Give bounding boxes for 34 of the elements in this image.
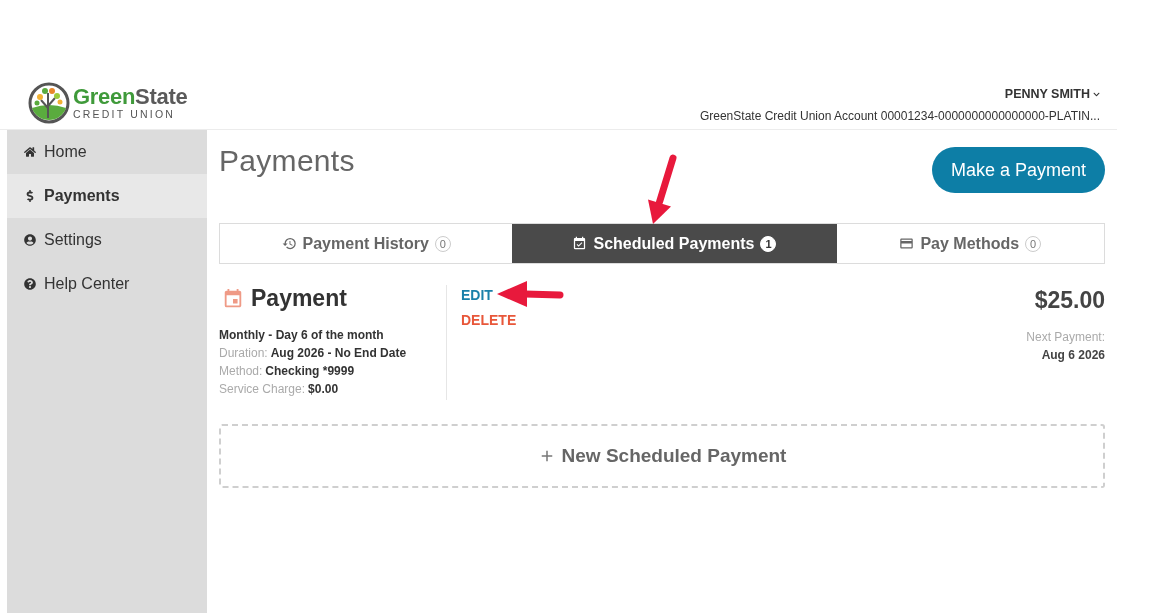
payment-title: Payment (251, 285, 347, 312)
schedule-text: Monthly - Day 6 of the month (219, 327, 385, 344)
user-menu-button[interactable]: PENNY SMITH (1004, 87, 1100, 101)
annotation-arrow-icon (497, 281, 565, 307)
count-badge: 0 (1025, 235, 1042, 252)
detail-label: Duration: (219, 345, 268, 362)
logo-wordmark: GreenState (73, 86, 188, 109)
chevron-down-icon (1093, 90, 1100, 98)
help-icon (24, 278, 36, 290)
next-payment-label: Next Payment: (1026, 329, 1105, 346)
tree-logo-icon (28, 82, 70, 124)
payment-amount: $25.00 (1034, 287, 1105, 314)
tab[interactable]: Scheduled Payments 1 (512, 224, 837, 263)
detail-value: Checking *9999 (265, 363, 355, 380)
home-icon (24, 146, 36, 158)
history-icon (281, 236, 297, 251)
edit-link[interactable]: EDIT (461, 287, 493, 303)
sidebar-item[interactable]: Payments (7, 174, 207, 218)
calendar-check-icon (572, 236, 588, 251)
detail-value: $0.00 (308, 381, 339, 398)
dollar-icon (24, 190, 36, 202)
detail-value: Aug 2026 - No End Date (270, 345, 407, 362)
credit-card-icon (899, 236, 915, 251)
detail-label: Method: (219, 363, 263, 380)
logo-subtitle: CREDIT UNION (73, 109, 177, 120)
make-payment-button[interactable]: Make a Payment (932, 147, 1105, 193)
count-badge: 1 (760, 235, 777, 252)
page-title: Payments (219, 144, 355, 178)
new-scheduled-payment-button[interactable]: New Scheduled Payment (219, 424, 1105, 488)
account-label: GreenState Credit Union Account 00001234-0000000000000000-PLATIN... (699, 109, 1100, 123)
detail-label: Service Charge: (219, 381, 306, 398)
count-badge: 0 (434, 235, 451, 252)
next-payment-date: Aug 6 2026 (1041, 347, 1105, 364)
delete-link[interactable]: DELETE (461, 312, 517, 328)
